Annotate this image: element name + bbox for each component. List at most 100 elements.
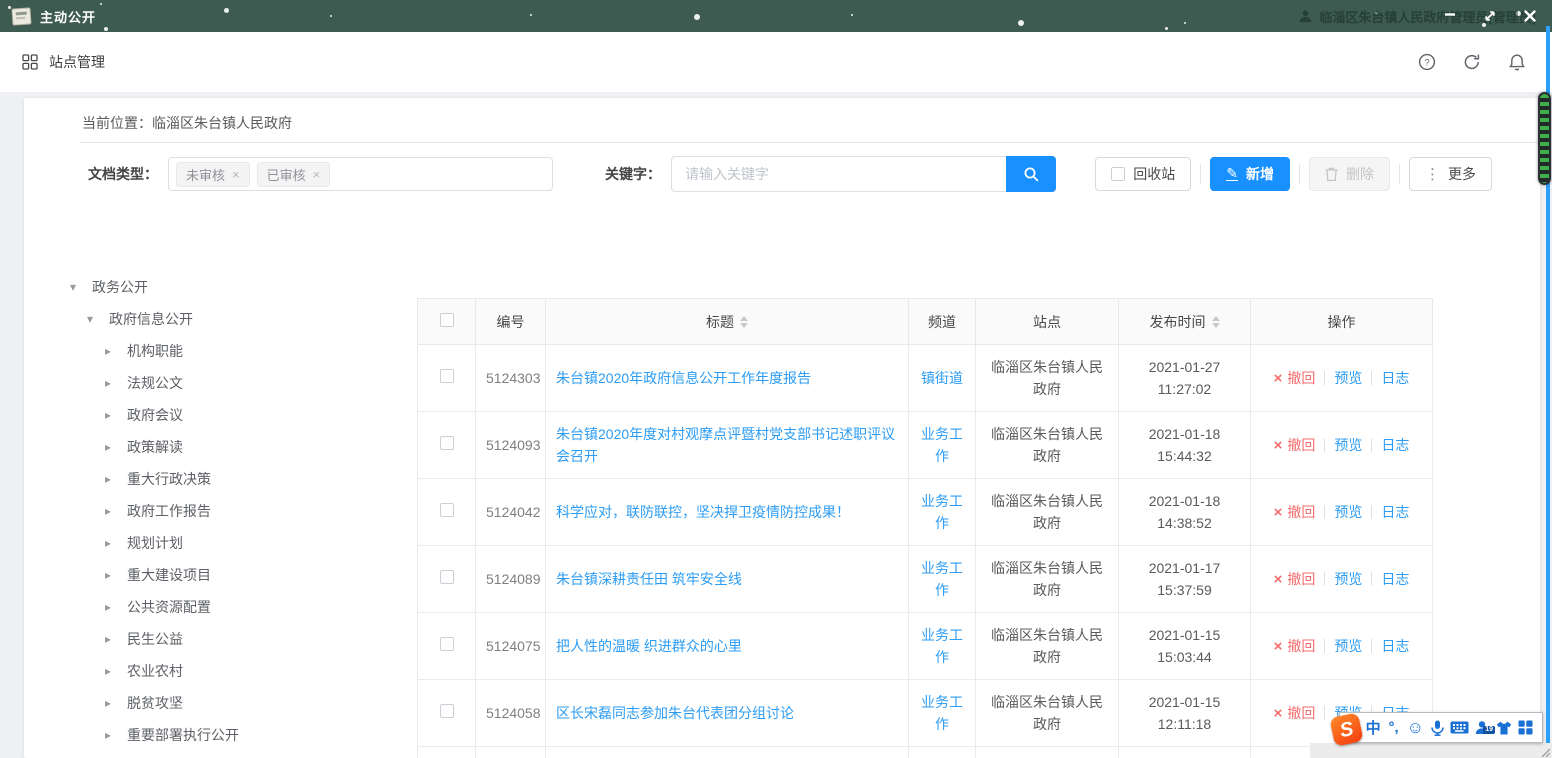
delete-button[interactable]: 删除 (1309, 157, 1390, 191)
tag-close-icon[interactable]: × (232, 168, 240, 181)
row-checkbox-cell (418, 479, 476, 546)
add-button[interactable]: ✎ 新增 (1210, 157, 1290, 191)
channel-link[interactable]: 业务工作 (921, 694, 963, 732)
ime-account-icon[interactable]: 19 (1472, 720, 1493, 735)
doc-title-link[interactable]: 把人性的温暖 织进群众的心里 (556, 638, 742, 654)
row-checkbox[interactable] (440, 503, 454, 517)
help-button[interactable]: ? (1418, 53, 1436, 71)
preview-link[interactable]: 预览 (1334, 367, 1362, 389)
withdraw-link[interactable]: × 撤回 (1274, 568, 1316, 590)
row-checkbox[interactable] (440, 570, 454, 584)
site-management-menu[interactable]: 站点管理 (22, 52, 105, 72)
preview-link[interactable]: 预览 (1334, 501, 1362, 523)
channel-link[interactable]: 镇街道 (921, 370, 963, 386)
withdraw-link[interactable]: × 撤回 (1274, 501, 1316, 523)
tree-item[interactable]: ▸ 公共资源配置 (24, 591, 417, 623)
sort-time-icon[interactable] (1212, 316, 1220, 328)
site-name: 临淄区朱台镇人民政府 (991, 694, 1103, 732)
ime-voice-icon[interactable] (1427, 720, 1447, 736)
tree-item[interactable]: ▸ 法规公文 (24, 367, 417, 399)
ime-keyboard-icon[interactable] (1447, 721, 1472, 734)
tree-item[interactable]: ▸ 建议提案办理 (24, 751, 417, 758)
select-all-checkbox[interactable] (440, 313, 454, 327)
withdraw-link[interactable]: × 撤回 (1274, 702, 1316, 724)
close-button[interactable] (1510, 0, 1550, 32)
tree-arrow-icon[interactable]: ▸ (103, 408, 113, 422)
row-checkbox[interactable] (440, 436, 454, 450)
tree-arrow-icon[interactable]: ▸ (103, 504, 113, 518)
more-button[interactable]: ⋮ 更多 (1409, 157, 1492, 191)
tree-item[interactable]: ▸ 机构职能 (24, 335, 417, 367)
tree-arrow-icon[interactable]: ▾ (68, 280, 78, 294)
recycle-bin-checkbox[interactable] (1111, 167, 1125, 181)
tree-arrow-icon[interactable]: ▸ (103, 600, 113, 614)
ime-emoji-icon[interactable]: ☺ (1404, 718, 1427, 738)
log-link[interactable]: 日志 (1381, 367, 1409, 389)
refresh-button[interactable] (1463, 53, 1481, 71)
ime-punctuation-mode[interactable]: °, (1384, 719, 1404, 736)
row-checkbox[interactable] (440, 637, 454, 651)
tree-arrow-icon[interactable]: ▸ (103, 440, 113, 454)
tree-item[interactable]: ▾ 政务公开 (24, 271, 417, 303)
withdraw-link[interactable]: × 撤回 (1274, 367, 1316, 389)
tree-arrow-icon[interactable]: ▸ (103, 728, 113, 742)
doc-title-link[interactable]: 科学应对，联防联控，坚决捍卫疫情防控成果！ (556, 504, 850, 520)
tree-arrow-icon[interactable]: ▸ (103, 568, 113, 582)
tree-item[interactable]: ▸ 政府工作报告 (24, 495, 417, 527)
preview-link[interactable]: 预览 (1334, 635, 1362, 657)
doc-title-link[interactable]: 朱台镇2020年度对村观摩点评暨村党支部书记述职评议会召开 (556, 426, 895, 464)
withdraw-link[interactable]: × 撤回 (1274, 434, 1316, 456)
tag-close-icon[interactable]: × (313, 168, 321, 181)
tree-arrow-icon[interactable]: ▸ (103, 664, 113, 678)
resize-corner[interactable] (1538, 745, 1550, 757)
keyword-input[interactable] (671, 156, 1006, 192)
scrollbar-thumb[interactable] (1538, 92, 1551, 185)
tree-arrow-icon[interactable]: ▸ (103, 344, 113, 358)
channel-link[interactable]: 业务工作 (921, 627, 963, 665)
notifications-button[interactable] (1508, 53, 1526, 72)
tree-item[interactable]: ▸ 脱贫攻坚 (24, 687, 417, 719)
sogou-logo-icon[interactable]: S (1329, 712, 1363, 746)
doc-title-link[interactable]: 区长宋磊同志参加朱台代表团分组讨论 (556, 705, 794, 721)
tree-item[interactable]: ▸ 重要部署执行公开 (24, 719, 417, 751)
recycle-bin-button[interactable]: 回收站 (1095, 157, 1191, 191)
tree-arrow-icon[interactable]: ▸ (103, 536, 113, 550)
log-link[interactable]: 日志 (1381, 501, 1409, 523)
ime-skin-icon[interactable] (1493, 721, 1515, 735)
window-controls (1430, 0, 1550, 32)
tree-arrow-icon[interactable]: ▸ (103, 632, 113, 646)
tree-item[interactable]: ▾ 政府信息公开 (24, 303, 417, 335)
channel-link[interactable]: 业务工作 (921, 560, 963, 598)
tree-item[interactable]: ▸ 农业农村 (24, 655, 417, 687)
tree-item[interactable]: ▸ 重大建设项目 (24, 559, 417, 591)
tree-arrow-icon[interactable]: ▾ (85, 312, 95, 326)
tree-item[interactable]: ▸ 政策解读 (24, 431, 417, 463)
tree-item[interactable]: ▸ 民生公益 (24, 623, 417, 655)
log-link[interactable]: 日志 (1381, 635, 1409, 657)
row-checkbox[interactable] (440, 704, 454, 718)
maximize-button[interactable] (1470, 0, 1510, 32)
doc-title-link[interactable]: 朱台镇深耕责任田 筑牢安全线 (556, 571, 742, 587)
log-link[interactable]: 日志 (1381, 434, 1409, 456)
log-link[interactable]: 日志 (1381, 568, 1409, 590)
preview-link[interactable]: 预览 (1334, 568, 1362, 590)
withdraw-link[interactable]: × 撤回 (1274, 635, 1316, 657)
tree-item[interactable]: ▸ 政府会议 (24, 399, 417, 431)
doc-title-link[interactable]: 朱台镇2020年政府信息公开工作年度报告 (556, 370, 811, 386)
row-checkbox[interactable] (440, 369, 454, 383)
preview-link[interactable]: 预览 (1334, 434, 1362, 456)
sort-title-icon[interactable] (740, 316, 748, 328)
screen: 主动公开 临淄区朱台镇人民政府管理员[管理员] (0, 0, 1552, 758)
tree-arrow-icon[interactable]: ▸ (103, 472, 113, 486)
ime-language-mode[interactable]: 中 (1363, 717, 1384, 738)
search-button[interactable] (1006, 156, 1056, 192)
tree-item[interactable]: ▸ 规划计划 (24, 527, 417, 559)
minimize-button[interactable] (1430, 0, 1470, 32)
ime-menu-icon[interactable] (1515, 720, 1536, 735)
channel-link[interactable]: 业务工作 (921, 493, 963, 531)
tree-arrow-icon[interactable]: ▸ (103, 696, 113, 710)
channel-link[interactable]: 业务工作 (921, 426, 963, 464)
tree-item[interactable]: ▸ 重大行政决策 (24, 463, 417, 495)
tree-arrow-icon[interactable]: ▸ (103, 376, 113, 390)
doc-type-select[interactable]: 未审核 × 已审核 × (168, 157, 553, 191)
